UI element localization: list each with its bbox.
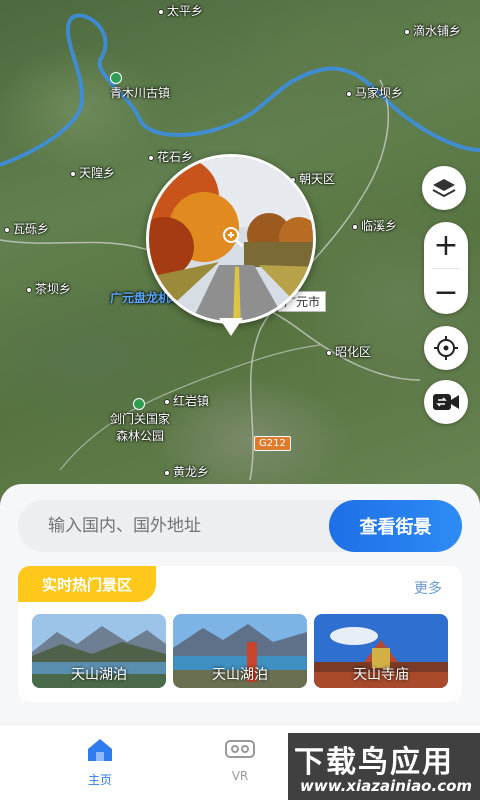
road-shield: G212: [254, 436, 291, 451]
scenic-caption: 天山湖泊: [212, 667, 268, 683]
place-label: 马家坝乡: [346, 84, 403, 101]
zoom-out-button[interactable]: −: [424, 269, 468, 315]
zoom-in-magnifier-icon[interactable]: [222, 226, 244, 248]
place-label: 黄龙乡: [164, 463, 209, 480]
zoom-in-button[interactable]: +: [424, 222, 468, 268]
watermark-logo: 下载鸟应用 www.xiazainiao.com: [288, 733, 480, 800]
zoom-control: + −: [424, 222, 468, 314]
home-icon: [88, 739, 112, 761]
scenic-spot-icon: [110, 71, 122, 84]
nav-home-label: 主页: [87, 773, 112, 787]
locate-button[interactable]: [424, 326, 468, 370]
vr-goggles-icon: [225, 740, 255, 758]
satellite-map[interactable]: 太平乡 滴水铺乡 青木川古镇 马家坝乡 花石乡 天隍乡 朝天区 瓦砾乡 临溪乡 …: [0, 0, 480, 520]
hot-scenic-title: 实时热门景区: [18, 566, 156, 602]
bubble-pointer: [219, 318, 243, 336]
layers-button[interactable]: [422, 166, 466, 210]
search-input[interactable]: [48, 516, 318, 536]
place-label: 剑门关国家 森林公园: [110, 396, 170, 444]
park-icon: [133, 397, 145, 410]
place-label: 青木川古镇: [110, 70, 170, 101]
nav-vr-label: VR: [231, 769, 249, 783]
streetview-camera-button[interactable]: [424, 380, 468, 424]
crosshair-icon: [434, 336, 458, 360]
place-label: 临溪乡: [352, 217, 397, 234]
scenic-caption: 天山湖泊: [71, 667, 127, 683]
place-label: 红岩镇: [164, 392, 209, 409]
nav-home[interactable]: 主页: [60, 737, 140, 788]
scenic-thumbnail[interactable]: 天山湖泊: [32, 614, 166, 688]
video-camera-icon: [433, 394, 459, 410]
view-streetview-button[interactable]: 查看街景: [329, 500, 462, 552]
nav-vr[interactable]: VR: [200, 737, 280, 783]
place-label: 太平乡: [158, 2, 203, 19]
place-label: 天隍乡: [70, 164, 115, 181]
scenic-thumbnail[interactable]: 天山寺庙: [314, 614, 448, 688]
place-label: 瓦砾乡: [4, 220, 49, 237]
layers-icon: [432, 179, 456, 198]
place-label: 花石乡: [148, 148, 193, 165]
scenic-thumbnail[interactable]: 天山湖泊: [173, 614, 307, 688]
watermark-title: 下载鸟应用: [294, 745, 454, 780]
place-label: 昭化区: [326, 343, 371, 360]
watermark-url: www.xiazainiao.com: [300, 777, 473, 795]
scenic-caption: 天山寺庙: [353, 667, 409, 683]
place-label: 滴水铺乡: [404, 22, 461, 39]
more-link[interactable]: 更多: [414, 578, 442, 598]
place-label: 茶坝乡: [26, 280, 71, 297]
